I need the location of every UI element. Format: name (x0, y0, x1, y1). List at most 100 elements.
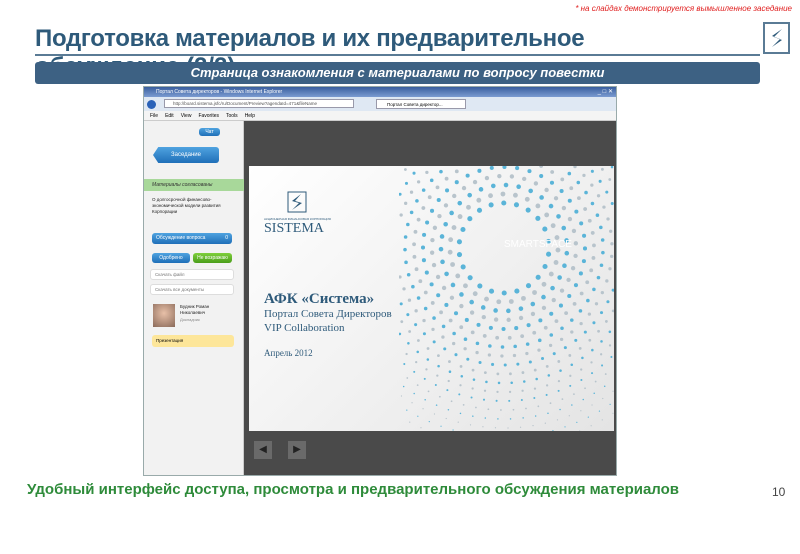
pattern-dot (400, 320, 404, 324)
pattern-dot (406, 222, 410, 227)
menu-help[interactable]: Help (245, 113, 255, 119)
pattern-dot (544, 422, 546, 424)
pattern-dot (443, 221, 448, 227)
pattern-dot (516, 184, 521, 190)
pattern-dot (598, 410, 601, 412)
pattern-dot (417, 339, 420, 342)
download-file-link[interactable]: Скачать файл (150, 269, 234, 280)
discussion-label: Обсуждение вопроса (156, 235, 206, 241)
pattern-dot (582, 233, 587, 238)
pattern-dot (416, 384, 419, 386)
meeting-back-button[interactable]: Заседание (153, 147, 219, 163)
speaker-role: Докладчик (180, 317, 200, 322)
pattern-dot (579, 221, 584, 226)
pattern-dot (422, 332, 426, 336)
pattern-dot (591, 348, 594, 352)
pattern-dot (604, 373, 607, 375)
pattern-dot (592, 321, 596, 325)
pattern-dot (472, 415, 474, 417)
approve-button[interactable]: Одобрено (152, 253, 190, 263)
pattern-dot (402, 287, 406, 291)
pattern-dot (594, 302, 599, 306)
menu-edit[interactable]: Edit (165, 113, 174, 119)
pattern-dot (570, 318, 574, 322)
pattern-dot (464, 317, 469, 323)
pattern-dot (520, 334, 525, 339)
pattern-dot (422, 232, 427, 237)
no-objection-button[interactable]: Не возражаю (193, 253, 232, 263)
caption-text: Удобный интерфейс доступа, просмотра и п… (27, 481, 680, 498)
pattern-dot (579, 430, 581, 431)
pattern-dot (535, 274, 541, 280)
pattern-dot (583, 330, 587, 334)
pattern-dot (416, 217, 421, 222)
pattern-dot (427, 195, 432, 200)
pattern-dot (592, 287, 596, 292)
browser-tab[interactable]: Портал Совета директор... (376, 99, 466, 109)
pattern-dot (488, 344, 492, 348)
pattern-dot (610, 355, 613, 358)
download-all-link[interactable]: Скачать все документы (150, 284, 234, 295)
pattern-dot (452, 331, 456, 336)
pattern-dot (573, 283, 579, 288)
pattern-dot (596, 275, 601, 280)
smartspace-brand: SMARTSPACE (504, 239, 572, 250)
pattern-dot (539, 173, 544, 179)
menu-file[interactable]: File (150, 113, 158, 119)
next-slide-button[interactable]: ▶ (288, 441, 306, 459)
pattern-dot (569, 374, 572, 377)
pattern-dot (590, 425, 592, 427)
pattern-dot (507, 427, 509, 429)
discussion-button[interactable]: Обсуждение вопроса 0 (152, 233, 232, 244)
pattern-dot (509, 418, 512, 420)
window-controls[interactable]: _ □ ✕ (598, 88, 613, 95)
pattern-dot (599, 311, 604, 315)
prev-slide-button[interactable]: ◀ (254, 441, 272, 459)
pattern-dot (557, 389, 560, 392)
pattern-dot (509, 174, 515, 179)
pattern-dot (572, 301, 577, 306)
chat-button[interactable]: Чат (199, 128, 220, 136)
pattern-dot (441, 335, 445, 339)
pattern-dot (612, 412, 614, 414)
menu-tools[interactable]: Tools (226, 113, 238, 119)
pattern-dot (594, 380, 597, 383)
pattern-dot (422, 318, 426, 323)
pattern-dot (482, 333, 487, 338)
page-number: 10 (772, 485, 786, 499)
pattern-dot (503, 363, 507, 367)
slide-heading: АФК «Система» (264, 291, 375, 307)
menu-favorites[interactable]: Favorites (198, 113, 219, 119)
pattern-dot (399, 332, 402, 336)
pattern-dot (542, 226, 548, 232)
presentation-item[interactable]: Презентация (152, 335, 234, 347)
pattern-dot (545, 384, 549, 387)
pattern-dot (550, 170, 555, 174)
pattern-dot (562, 263, 567, 269)
pattern-dot (601, 364, 604, 367)
pattern-dot (440, 259, 445, 265)
pattern-dot (476, 322, 481, 327)
pattern-dot (561, 225, 567, 231)
pattern-dot (601, 419, 603, 421)
document-viewer: SMARTSPACE АКЦИОНЕРНАЯ ФИНАНСОВАЯ КОРПОР… (244, 121, 616, 475)
address-bar[interactable]: http://board.sistema.jsfc/ru/Document/Pr… (164, 99, 354, 108)
pattern-dot (448, 360, 451, 363)
pattern-dot (496, 372, 500, 376)
pattern-dot (497, 418, 499, 420)
pattern-dot (459, 365, 463, 368)
pattern-dot (476, 197, 482, 203)
pattern-dot (570, 363, 574, 367)
pattern-dot (548, 343, 553, 348)
pattern-dot (452, 193, 457, 199)
menu-view[interactable]: View (181, 113, 192, 119)
pattern-dot (500, 191, 506, 197)
back-icon[interactable] (147, 100, 156, 109)
pattern-dot (448, 318, 453, 323)
discussion-count: 0 (225, 235, 228, 241)
pattern-dot (518, 306, 524, 311)
pattern-dot (610, 254, 614, 259)
pattern-dot (579, 291, 584, 296)
pattern-dot (457, 200, 463, 206)
pattern-dot (424, 398, 426, 401)
